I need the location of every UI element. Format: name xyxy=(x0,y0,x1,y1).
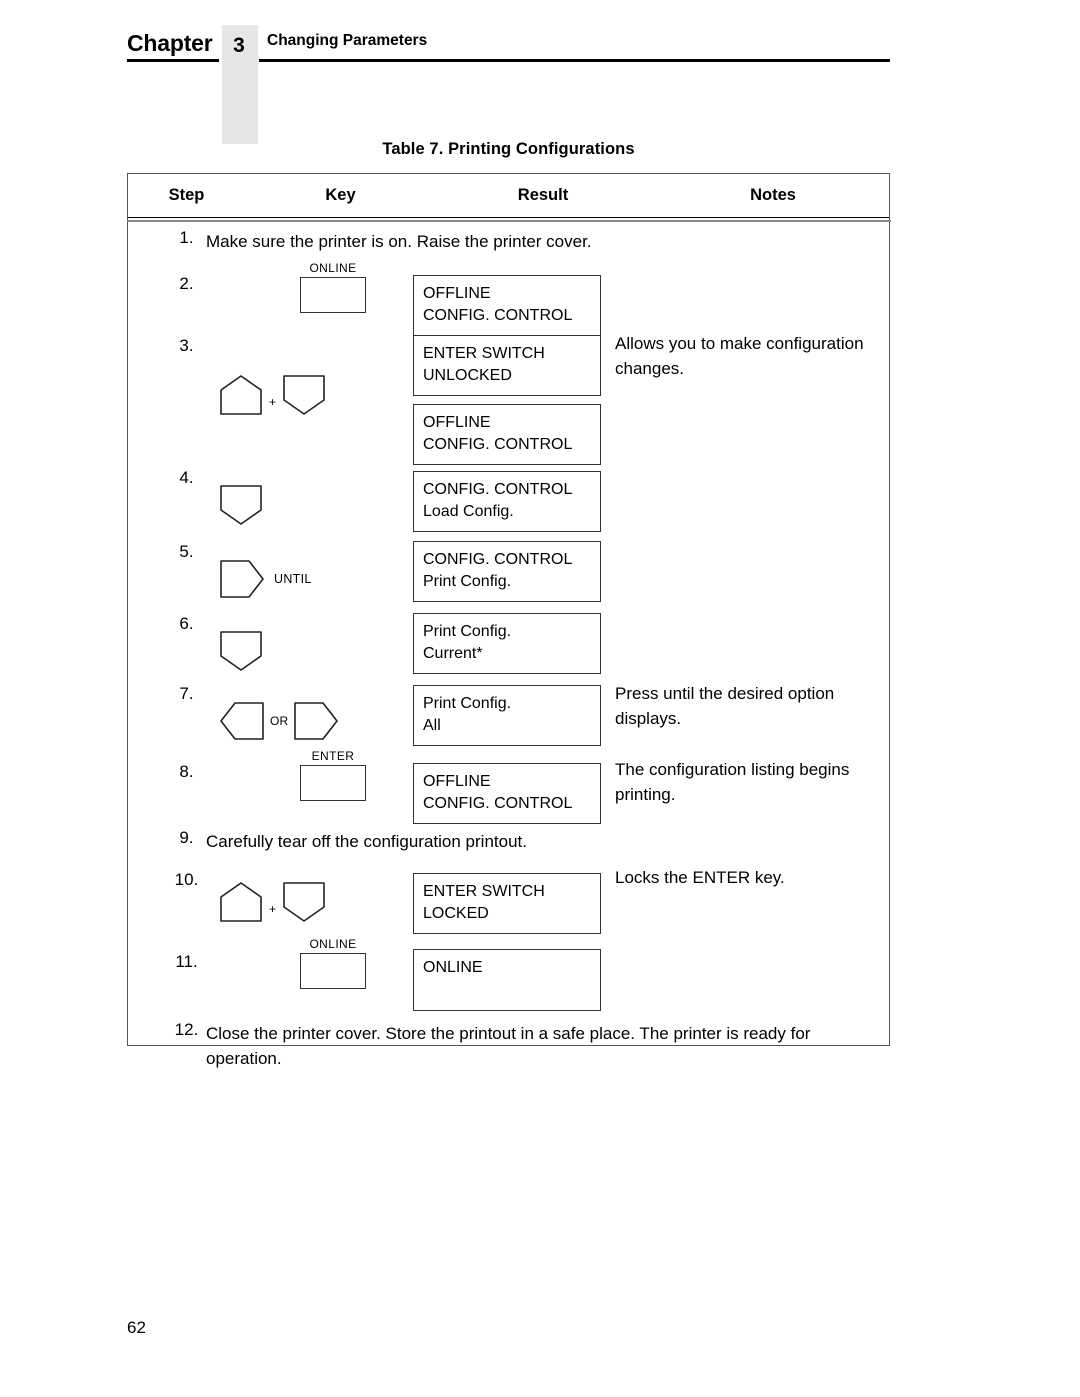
key-combo-separator: + xyxy=(269,395,277,409)
result-display: OFFLINE CONFIG. CONTROL xyxy=(413,275,601,336)
column-header-notes: Notes xyxy=(750,186,796,204)
key-face[interactable] xyxy=(300,277,366,313)
up-arrow-key-icon[interactable] xyxy=(218,373,264,417)
lcd-line: CONFIG. CONTROL xyxy=(423,436,573,453)
table-row: 5. UNTIL CONFIG. CONTROL Print Config. xyxy=(128,537,889,609)
result-display: CONFIG. CONTROL Print Config. xyxy=(413,541,601,602)
result-display: ENTER SWITCH LOCKED xyxy=(413,873,601,934)
printing-configurations-table: Step Key Result Notes 1. Make sure the pr… xyxy=(126,173,891,1068)
left-arrow-key-icon[interactable] xyxy=(218,700,266,742)
result-cell: OFFLINE CONFIG. CONTROL xyxy=(413,763,613,824)
lcd-line: All xyxy=(423,717,441,734)
lcd-line: OFFLINE xyxy=(423,414,491,431)
result-display: Print Config. All xyxy=(413,685,601,746)
header-rule-row: Chapter 3 Changing Parameters xyxy=(127,28,890,62)
chapter-label: Chapter xyxy=(127,30,219,62)
key-face[interactable] xyxy=(300,765,366,801)
chapter-number: 3 xyxy=(233,34,245,57)
key-caption: ENTER xyxy=(311,749,355,763)
chapter-title: Changing Parameters xyxy=(259,28,890,62)
lcd-line: ENTER SWITCH xyxy=(423,883,545,900)
column-header-step: Step xyxy=(168,186,205,204)
table-row: 3. + ENTER SWITCH UNLOCKED OFFLINE CONFIG. CO… xyxy=(128,333,889,465)
lcd-line: Load Config. xyxy=(423,503,514,520)
result-cell: CONFIG. CONTROL Load Config. xyxy=(413,471,613,532)
result-cell: Print Config. All xyxy=(413,685,613,746)
notes-cell: Press until the desired option displays. xyxy=(615,684,835,728)
notes-cell: Allows you to make configuration changes… xyxy=(615,334,864,378)
table-row: 7. OR Print Config. All Press until the desi… xyxy=(128,681,889,753)
table-row: 2. ONLINE OFFLINE CONFIG. CONTROL xyxy=(128,261,889,336)
page-number: 62 xyxy=(127,1318,146,1337)
result-cell: ONLINE xyxy=(413,949,613,1011)
result-display: CONFIG. CONTROL Load Config. xyxy=(413,471,601,532)
table-row: 6. Print Config. Current* xyxy=(128,609,889,681)
lcd-line: Print Config. xyxy=(423,623,512,640)
lcd-line: ONLINE xyxy=(423,959,483,976)
key-combo-separator: + xyxy=(269,902,277,916)
table-row: 10. + ENTER SWITCH LOCKED Locks the ENTER ke… xyxy=(128,867,889,941)
result-display: Print Config. Current* xyxy=(413,613,601,674)
lcd-line: OFFLINE xyxy=(423,773,491,790)
result-cell: ENTER SWITCH LOCKED xyxy=(413,873,613,934)
step-instruction: Close the printer cover. Store the print… xyxy=(206,1024,811,1068)
result-display: ENTER SWITCH UNLOCKED xyxy=(413,335,601,396)
result-display: OFFLINE CONFIG. CONTROL xyxy=(413,404,601,465)
table-row: 9. Carefully tear off the configuration p… xyxy=(128,825,889,867)
result-cell: Print Config. Current* xyxy=(413,613,613,674)
key-modifier-label: UNTIL xyxy=(274,572,312,586)
table-row: 12. Close the printer cover. Store the pr… xyxy=(128,1017,889,1071)
key-combo-separator: OR xyxy=(270,714,289,728)
down-arrow-key-icon[interactable] xyxy=(218,629,264,673)
lcd-line: LOCKED xyxy=(423,905,489,922)
lcd-line: OFFLINE xyxy=(423,285,491,302)
key-face[interactable] xyxy=(300,953,366,989)
result-display: ONLINE xyxy=(413,949,601,1011)
result-cell: ENTER SWITCH UNLOCKED OFFLINE CONFIG. CONTR… xyxy=(413,335,613,465)
column-header-key: Key xyxy=(325,186,356,204)
notes-cell: Locks the ENTER key. xyxy=(615,868,785,887)
table-row: 8. ENTER OFFLINE CONFIG. CONTROL The configu… xyxy=(128,749,889,825)
table-row: 11. ONLINE ONLINE xyxy=(128,937,889,1017)
table-row: 1. Make sure the printer is on. Raise the… xyxy=(128,225,889,265)
lcd-line: ENTER SWITCH xyxy=(423,345,545,362)
right-arrow-key-icon[interactable] xyxy=(218,558,266,600)
table-row: 4. CONFIG. CONTROL Load Config. xyxy=(128,465,889,537)
lcd-line: CONFIG. CONTROL xyxy=(423,551,573,568)
right-arrow-key-icon[interactable] xyxy=(292,700,340,742)
lcd-line: CONFIG. CONTROL xyxy=(423,307,573,324)
table-caption: Table 7. Printing Configurations xyxy=(382,140,635,158)
running-header: Chapter 3 Changing Parameters xyxy=(127,25,890,144)
table-header-row: Step Key Result Notes xyxy=(126,174,891,222)
lcd-line: Print Config. xyxy=(423,573,512,590)
down-arrow-key-icon[interactable] xyxy=(281,880,327,924)
step-instruction: Make sure the printer is on. Raise the p… xyxy=(206,232,592,251)
result-cell: OFFLINE CONFIG. CONTROL xyxy=(413,275,613,336)
column-header-result: Result xyxy=(517,186,569,204)
lcd-line: CONFIG. CONTROL xyxy=(423,795,573,812)
down-arrow-key-icon[interactable] xyxy=(281,373,327,417)
up-arrow-key-icon[interactable] xyxy=(218,880,264,924)
lcd-line: UNLOCKED xyxy=(423,367,512,384)
step-instruction: Carefully tear off the configuration pri… xyxy=(206,832,527,851)
key-caption: ONLINE xyxy=(309,261,357,275)
lcd-line: Current* xyxy=(423,645,483,662)
lcd-line: Print Config. xyxy=(423,695,512,712)
table-body: 1. Make sure the printer is on. Raise the… xyxy=(128,218,889,1071)
notes-cell: The configuration listing begins printin… xyxy=(615,760,850,804)
result-cell: CONFIG. CONTROL Print Config. xyxy=(413,541,613,602)
lcd-line: CONFIG. CONTROL xyxy=(423,481,573,498)
down-arrow-key-icon[interactable] xyxy=(218,483,264,527)
result-display: OFFLINE CONFIG. CONTROL xyxy=(413,763,601,824)
